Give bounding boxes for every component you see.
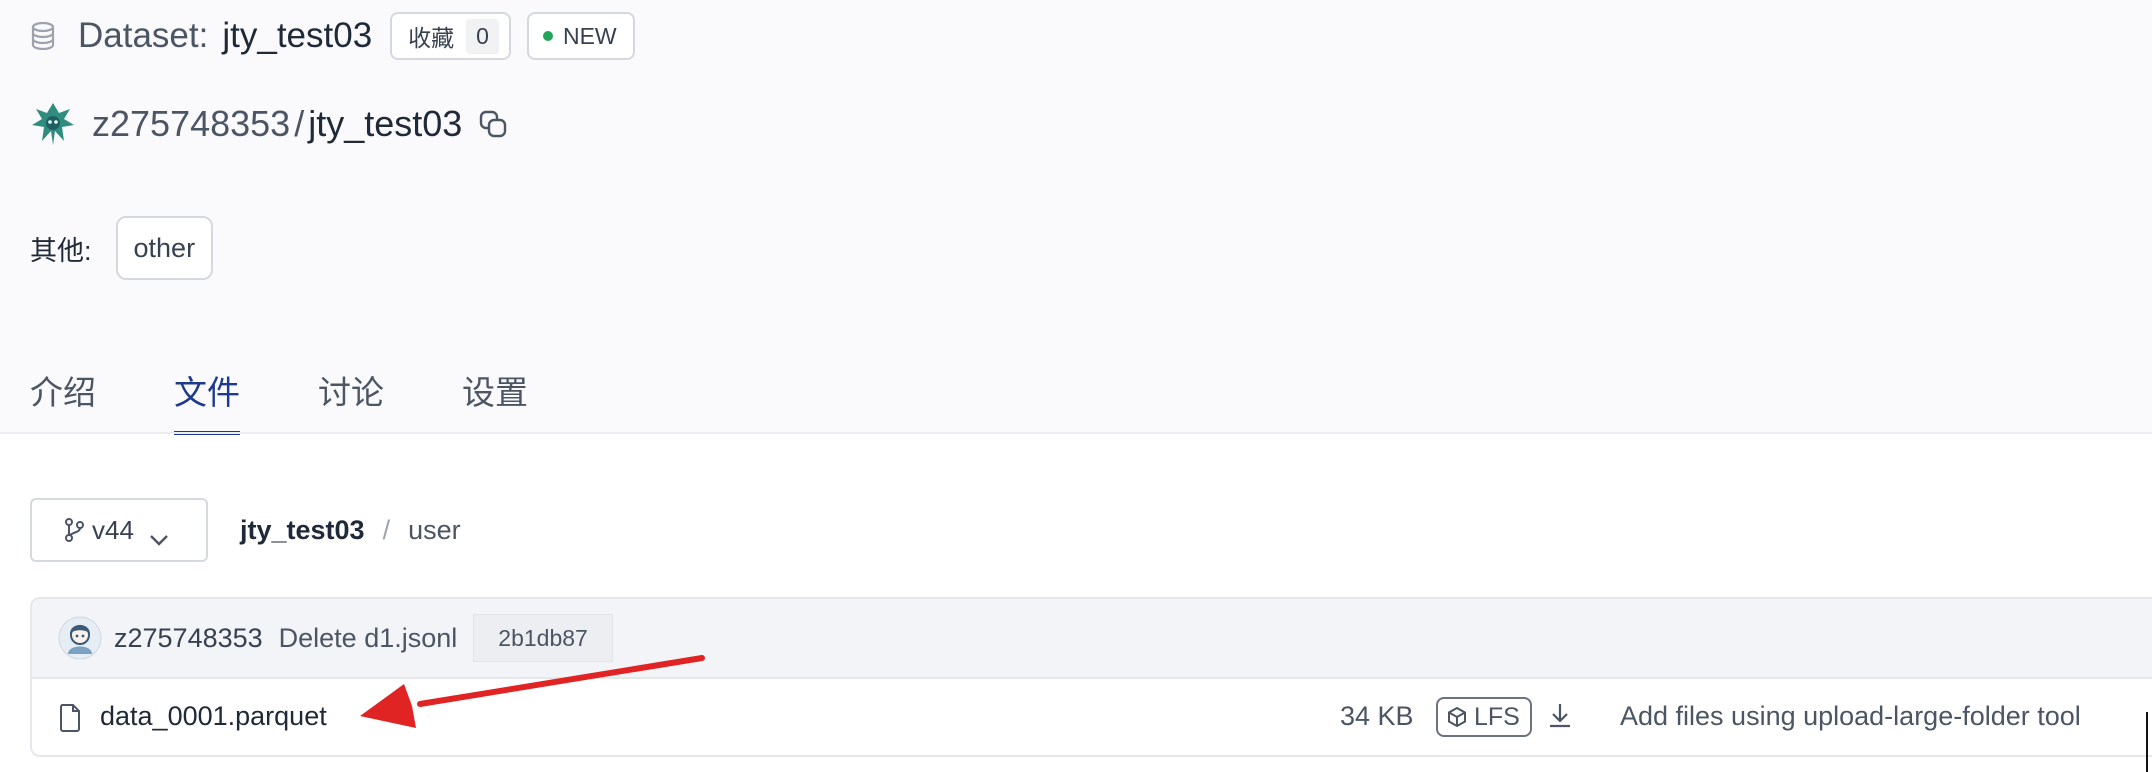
file-size: 34 KB (1340, 701, 1414, 731)
status-dot-icon (542, 31, 553, 41)
download-icon[interactable] (1546, 701, 1574, 731)
breadcrumb-current: user (408, 514, 461, 545)
repo-name: jty_test03 (308, 103, 463, 144)
branch-name: v44 (92, 514, 134, 545)
file-icon (58, 703, 82, 733)
tag-category-label: 其他: (30, 235, 92, 266)
breadcrumb-separator: / (382, 514, 391, 545)
git-branch-icon (62, 517, 86, 543)
favorite-label: 收藏 (408, 25, 455, 51)
favorite-button[interactable]: 收藏 0 (390, 12, 511, 60)
tab-intro[interactable]: 介绍 (30, 364, 96, 434)
tab-files[interactable]: 文件 (174, 364, 240, 435)
tag-chip-other[interactable]: other (115, 216, 214, 280)
cube-icon (1446, 706, 1468, 728)
file-commit-message[interactable]: Add files using upload-large-folder tool (1620, 701, 2081, 732)
repo-path-row: z275748353 / jty_test03 (30, 96, 512, 152)
commit-hash[interactable]: 2b1db87 (473, 614, 613, 662)
commit-user-avatar[interactable] (58, 616, 102, 660)
favorite-count: 0 (466, 18, 499, 54)
table-row[interactable]: data_0001.parquet 34 KB LFS Add files us… (32, 679, 2152, 755)
owner-avatar[interactable] (30, 99, 76, 149)
tab-settings[interactable]: 设置 (462, 364, 528, 434)
tab-discussion[interactable]: 讨论 (318, 364, 384, 434)
latest-commit-row: z275748353 Delete d1.jsonl 2b1db87 (32, 599, 2152, 679)
commit-message[interactable]: Delete d1.jsonl (279, 623, 458, 654)
dataset-title-prefix: Dataset: (78, 16, 209, 55)
chevron-down-icon (148, 523, 170, 546)
file-table: z275748353 Delete d1.jsonl 2b1db87 data_… (30, 597, 2152, 757)
breadcrumb: jty_test03 / user (240, 498, 461, 562)
text-cursor (2146, 712, 2148, 772)
dataset-title-name: jty_test03 (222, 16, 373, 55)
dataset-title-row: Dataset: jty_test03 收藏 0 NEW (30, 12, 635, 60)
branch-selector[interactable]: v44 (30, 498, 208, 562)
lfs-badge: LFS (1436, 697, 1532, 737)
copy-icon[interactable] (478, 107, 512, 141)
owner-link[interactable]: z275748353 (92, 103, 290, 145)
path-separator: / (294, 103, 305, 144)
new-badge: NEW (526, 12, 635, 60)
file-name-link[interactable]: data_0001.parquet (100, 701, 327, 732)
tag-row: 其他: other (30, 216, 214, 280)
tabs-divider (0, 432, 2152, 434)
database-icon (30, 21, 60, 51)
commit-user[interactable]: z275748353 (114, 623, 263, 654)
tab-bar: 介绍 文件 讨论 设置 (30, 364, 606, 435)
new-badge-label: NEW (562, 22, 617, 49)
lfs-badge-label: LFS (1474, 702, 1520, 731)
breadcrumb-root[interactable]: jty_test03 (240, 515, 365, 546)
